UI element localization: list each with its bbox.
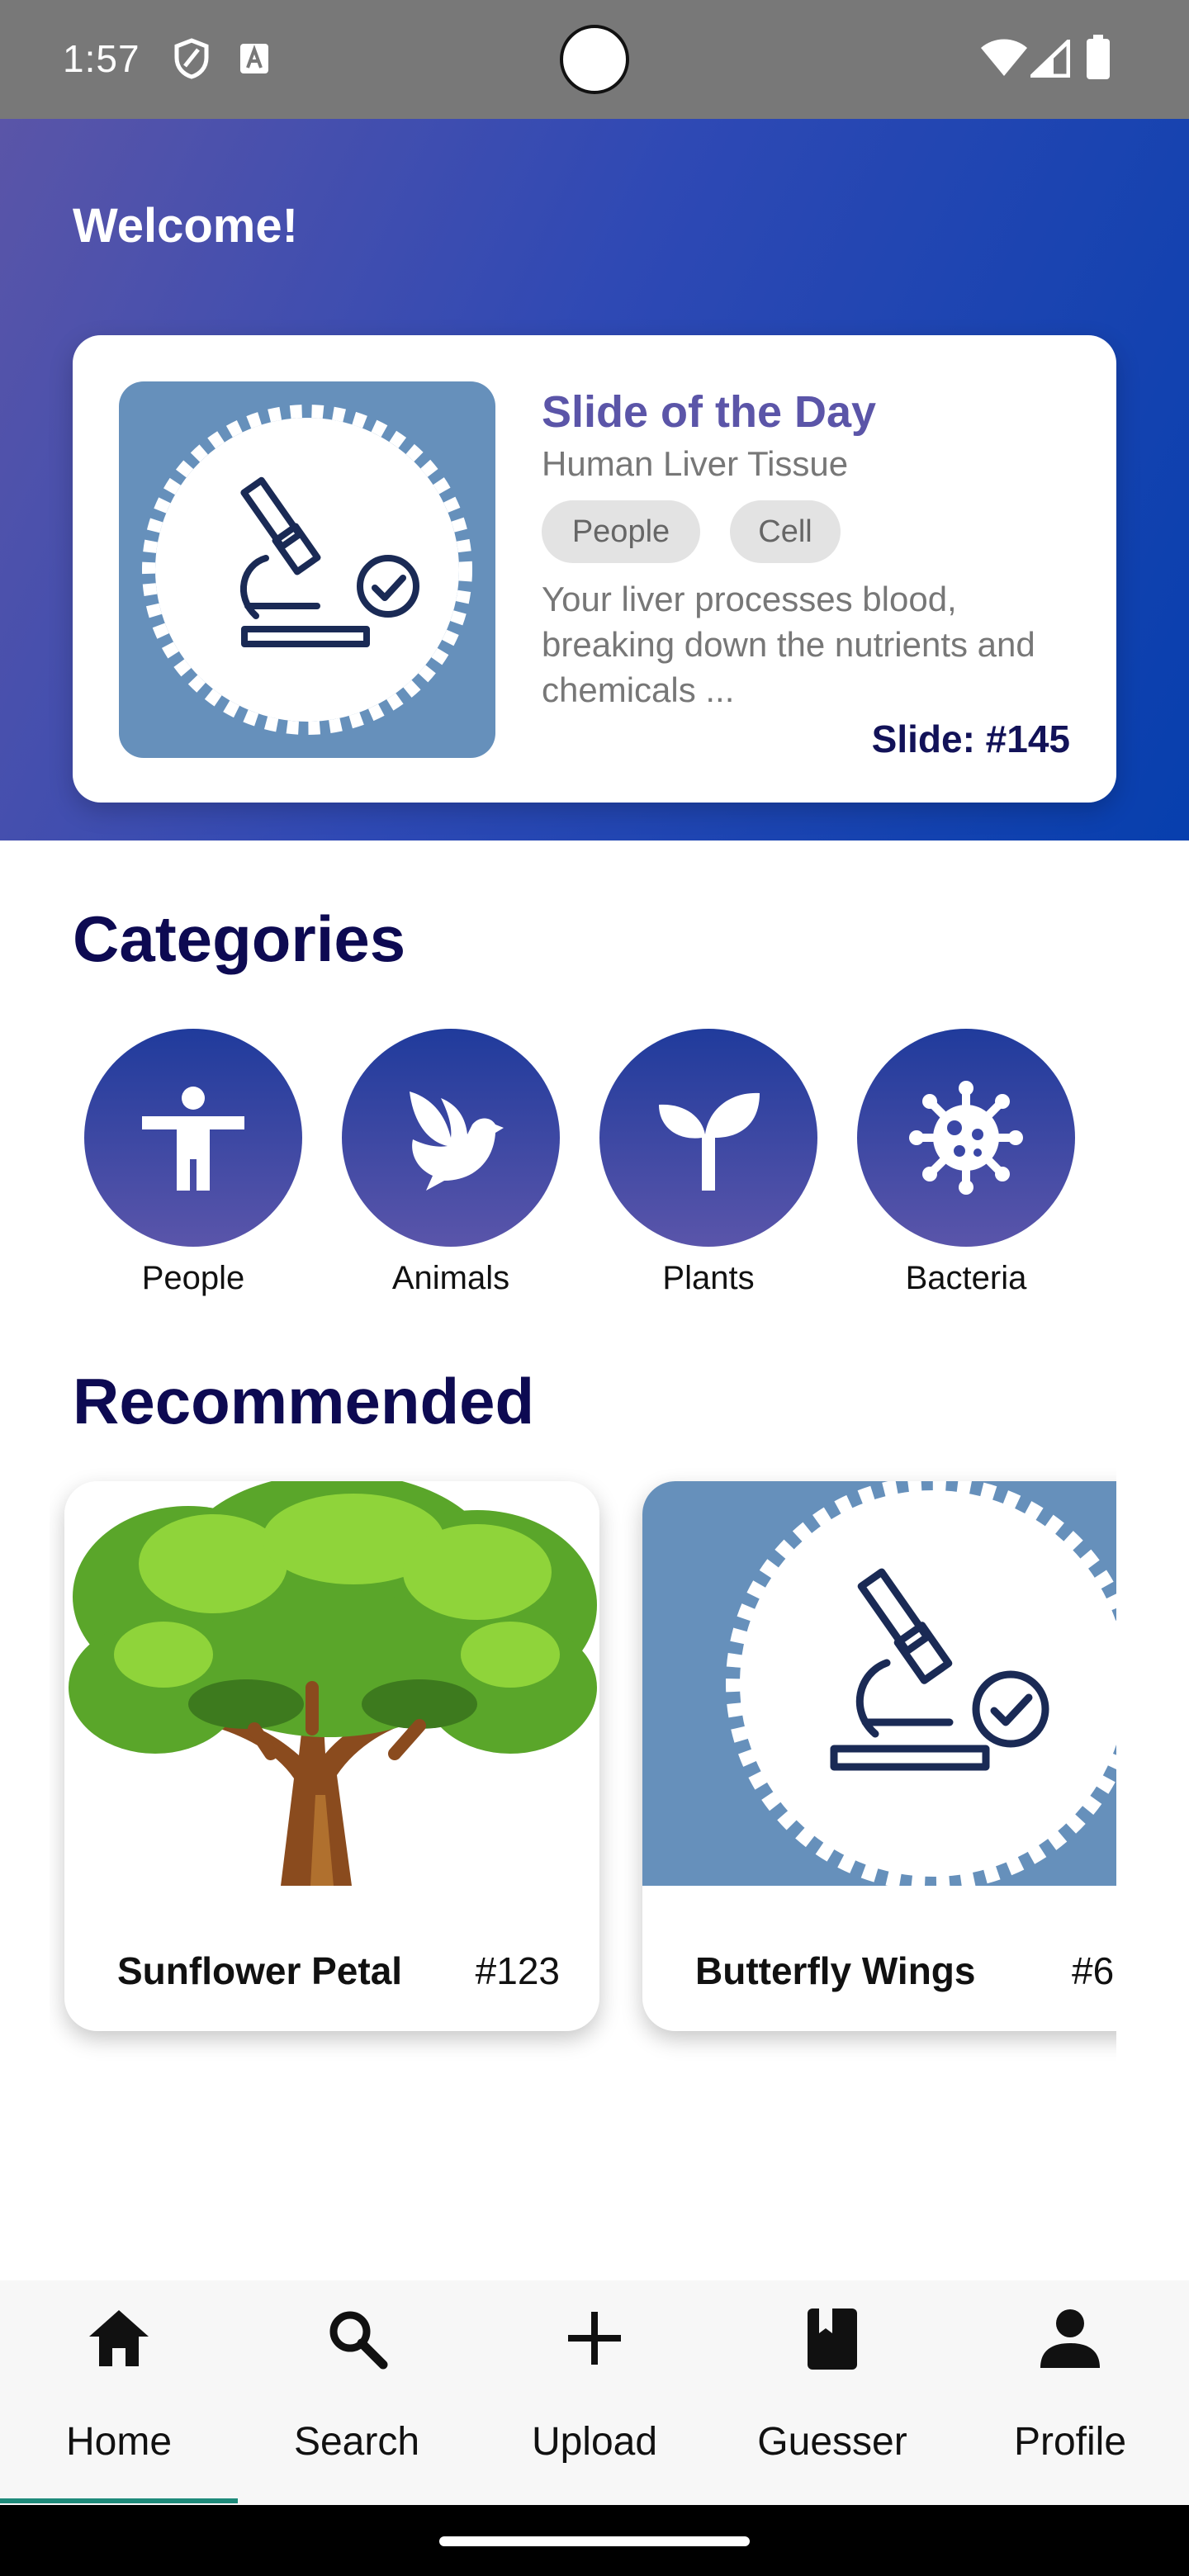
book-icon: [808, 2308, 857, 2370]
text-a-icon: [239, 43, 269, 78]
category-people[interactable]: People: [84, 1029, 302, 1297]
recommended-title: Sunflower Petal: [117, 1949, 403, 1992]
nav-profile[interactable]: Profile: [951, 2280, 1189, 2505]
category-label: Bacteria: [905, 1260, 1027, 1296]
category-label: Plants: [662, 1260, 755, 1296]
category-icon-circle: [599, 1029, 817, 1247]
recommended-card[interactable]: Butterfly Wings #6: [642, 1481, 1116, 2031]
welcome-heading: Welcome!: [73, 199, 298, 253]
microscope-gear-image: [142, 405, 472, 735]
nav-label: Upload: [531, 2420, 658, 2464]
camera-cutout: [560, 25, 629, 94]
categories-heading: Categories: [73, 902, 406, 975]
slide-title: Slide of the Day: [542, 387, 877, 437]
slide-thumbnail: [119, 381, 495, 758]
recommended-carousel[interactable]: Sunflower Petal #123 Butterfly Wings #6: [50, 1466, 1116, 2061]
recommended-card[interactable]: Sunflower Petal #123: [64, 1481, 599, 2031]
bottom-navigation: Home Search Upload Guesser Profile: [0, 2280, 1189, 2505]
gesture-navigation-bar: [0, 2505, 1189, 2576]
recommended-heading: Recommended: [73, 1365, 535, 1437]
shield-icon: [173, 38, 210, 83]
nav-label: Search: [293, 2420, 420, 2464]
plus-icon: [568, 2312, 621, 2365]
home-icon: [89, 2310, 149, 2366]
slide-description: Your liver processes blood, breaking dow…: [542, 580, 1035, 709]
slide-subtitle: Human Liver Tissue: [542, 444, 849, 483]
category-icon-circle: [84, 1029, 302, 1247]
person-icon: [1040, 2309, 1100, 2368]
nav-label: Guesser: [757, 2420, 907, 2464]
battery-icon: [1087, 35, 1110, 83]
status-time: 1:57: [63, 37, 140, 80]
recommended-number: #6: [1072, 1949, 1115, 1992]
category-bacteria[interactable]: Bacteria: [857, 1029, 1075, 1297]
search-icon: [329, 2311, 388, 2370]
sprout-icon: [659, 1092, 760, 1191]
bird-icon: [410, 1091, 504, 1191]
wifi-icon: [979, 36, 1029, 82]
nav-label: Home: [65, 2420, 173, 2464]
nav-search[interactable]: Search: [238, 2280, 476, 2505]
hero-header: Welcome! Slide of the Day Human Liver Ti…: [0, 119, 1189, 841]
category-icon-circle: [342, 1029, 560, 1247]
status-bar: 1:57: [0, 0, 1189, 119]
category-icon-circle: [857, 1029, 1075, 1247]
nav-guesser[interactable]: Guesser: [713, 2280, 951, 2505]
category-animals[interactable]: Animals: [342, 1029, 560, 1297]
nav-label: Profile: [1013, 2420, 1127, 2464]
tag-chip[interactable]: Cell: [730, 500, 841, 563]
microscope-placeholder-image: [642, 1481, 1116, 1886]
virus-icon: [909, 1081, 1023, 1195]
slide-of-the-day-card[interactable]: Slide of the Day Human Liver Tissue Peop…: [73, 335, 1116, 803]
nav-active-indicator: [0, 2498, 238, 2503]
recommended-title: Butterfly Wings: [695, 1949, 976, 1992]
category-label: Animals: [391, 1260, 510, 1296]
home-gesture-handle[interactable]: [439, 2536, 750, 2546]
nav-home[interactable]: Home: [0, 2280, 238, 2505]
tree-image: [64, 1481, 599, 1886]
person-arms-out-icon: [142, 1087, 244, 1191]
category-plants[interactable]: Plants: [599, 1029, 817, 1297]
tag-chip[interactable]: People: [542, 500, 700, 563]
recommended-number: #123: [475, 1949, 560, 1992]
cellular-signal-icon: [1026, 36, 1071, 82]
nav-upload[interactable]: Upload: [476, 2280, 713, 2505]
slide-number: Slide: #145: [871, 717, 1070, 760]
category-label: People: [141, 1260, 245, 1296]
